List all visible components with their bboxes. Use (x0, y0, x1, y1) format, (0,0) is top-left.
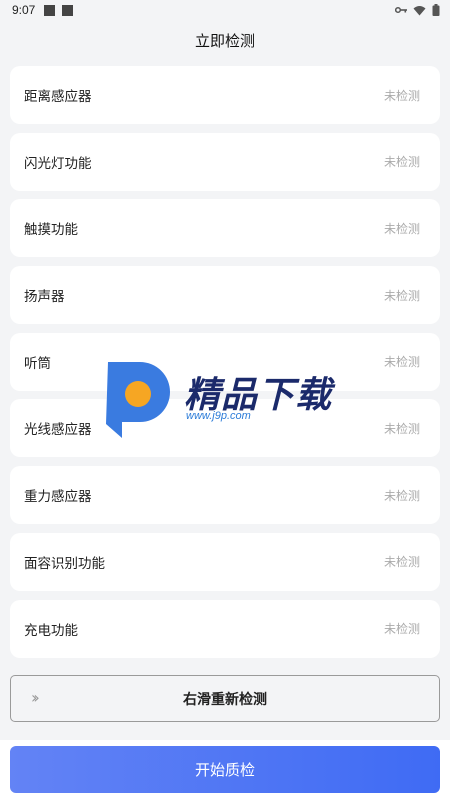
list-item[interactable]: 光线感应器 未检测 (10, 399, 440, 458)
item-status: 未检测 (383, 421, 420, 436)
item-status: 未检测 (383, 88, 420, 103)
notification-icon (44, 5, 55, 16)
item-label: 面容识别功能 (24, 555, 105, 572)
list-item[interactable]: 重力感应器 未检测 (10, 466, 440, 525)
list-item[interactable]: 面容识别功能 未检测 (10, 532, 440, 591)
list-item[interactable]: 扬声器 未检测 (10, 266, 440, 325)
item-label: 闪光灯功能 (24, 155, 92, 172)
slide-handle-icon[interactable]: ›› (31, 688, 40, 707)
wifi-icon (413, 5, 426, 15)
start-inspection-button[interactable]: 开始质检 (10, 746, 440, 793)
notification-icon (62, 5, 73, 16)
list-item[interactable]: 闪光灯功能 未检测 (10, 132, 440, 191)
item-status: 未检测 (383, 155, 420, 170)
item-status: 未检测 (383, 488, 420, 503)
battery-icon (432, 4, 440, 16)
item-label: 触摸功能 (24, 222, 78, 239)
item-status: 未检测 (383, 355, 420, 370)
list-item[interactable]: 距离感应器 未检测 (10, 66, 440, 124)
item-status: 未检测 (383, 288, 420, 303)
list-item[interactable]: 听筒 未检测 (10, 332, 440, 391)
status-icons (395, 4, 440, 16)
page-title: 立即检测 (194, 31, 255, 50)
item-status: 未检测 (383, 622, 420, 636)
item-label: 距离感应器 (24, 89, 92, 105)
item-status: 未检测 (383, 555, 420, 570)
detection-list: 距离感应器 未检测 闪光灯功能 未检测 触摸功能 未检测 扬声器 未检测 听筒 … (10, 66, 440, 666)
item-label: 充电功能 (24, 622, 78, 639)
status-bar: 9:07 (0, 0, 450, 22)
slide-to-recheck[interactable]: ›› 右滑重新检测 (10, 675, 440, 722)
item-status: 未检测 (383, 221, 420, 236)
item-label: 听筒 (24, 355, 51, 372)
list-item[interactable]: 触摸功能 未检测 (10, 199, 440, 258)
list-item[interactable]: 充电功能 未检测 (10, 599, 440, 658)
item-label: 重力感应器 (24, 489, 92, 506)
status-time: 9:07 (12, 3, 36, 17)
item-label: 扬声器 (24, 289, 65, 306)
vpn-key-icon (395, 6, 407, 14)
item-label: 光线感应器 (24, 422, 92, 439)
slide-label: 右滑重新检测 (183, 691, 267, 708)
